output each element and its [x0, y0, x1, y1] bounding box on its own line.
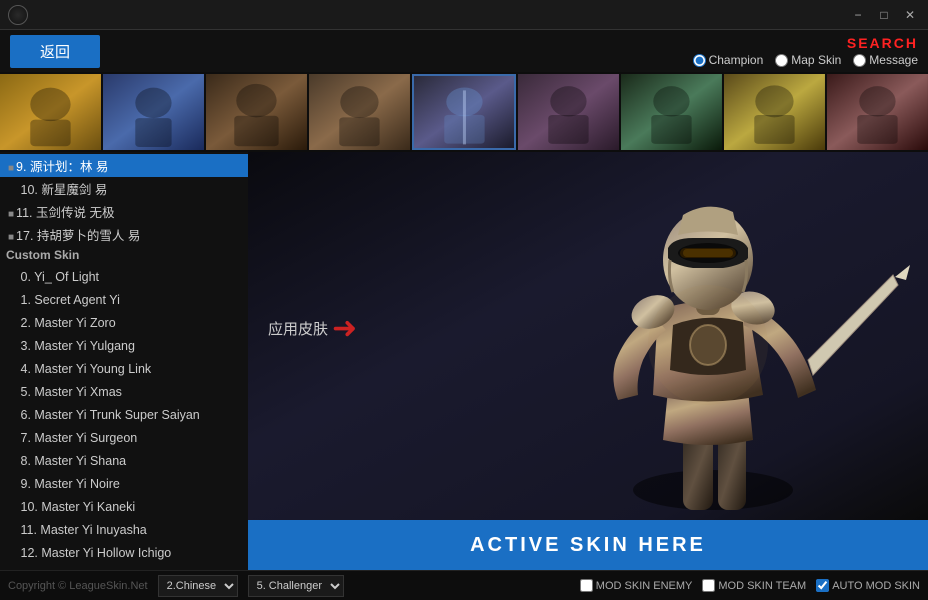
skin-list-scroll[interactable]: ■9. 源计划：林 易 10. 新星魔剑 易 ■11. 玉剑传说 无极 ■17.… [0, 152, 248, 570]
close-button[interactable]: ✕ [900, 8, 920, 22]
skin-item-custom-13[interactable]: 13. Master Yi Green Blade [0, 563, 248, 570]
apply-skin-text: 应用皮肤 [268, 318, 328, 339]
mod-team-label: MOD SKIN TEAM [718, 580, 806, 592]
skin-quality-select[interactable]: 1. Default 2. Classic 3. Project 4. IG 5… [248, 575, 344, 597]
custom-skin-header: Custom Skin [0, 246, 248, 264]
search-message-radio[interactable] [853, 54, 866, 67]
mod-team-checkbox[interactable] [702, 579, 715, 592]
champion-thumb-6[interactable] [518, 74, 619, 150]
maximize-button[interactable]: □ [874, 8, 894, 22]
mod-enemy-checkbox[interactable] [580, 579, 593, 592]
copyright-text: Copyright © LeagueSkin.Net [8, 580, 148, 592]
title-bar: − □ ✕ [0, 0, 928, 30]
search-champion-label: Champion [709, 53, 764, 67]
champion-thumb-1[interactable] [0, 74, 101, 150]
search-message-option[interactable]: Message [853, 53, 918, 67]
auto-mod-checkbox[interactable] [816, 579, 829, 592]
active-skin-text: ACTIVE SKIN HERE [470, 534, 706, 557]
auto-mod-label: AUTO MOD SKIN [832, 580, 920, 592]
skin-item-custom-12[interactable]: 12. Master Yi Hollow Ichigo [0, 540, 248, 563]
search-mapskin-label: Map Skin [791, 53, 841, 67]
skin-item-custom-1[interactable]: 1. Secret Agent Yi [0, 287, 248, 310]
apply-arrow-icon: ➜ [332, 314, 357, 344]
search-mapskin-option[interactable]: Map Skin [775, 53, 841, 67]
champion-thumb-8[interactable] [724, 74, 825, 150]
search-title: SEARCH [847, 35, 918, 51]
main-content: ■9. 源计划：林 易 10. 新星魔剑 易 ■11. 玉剑传说 无极 ■17.… [0, 152, 928, 570]
skin-item-official-9[interactable]: ■9. 源计划：林 易 [0, 154, 248, 177]
search-area: SEARCH Champion Map Skin Message [693, 35, 918, 67]
active-skin-button[interactable]: ACTIVE SKIN HERE [248, 520, 928, 570]
search-message-label: Message [869, 53, 918, 67]
footer: Copyright © LeagueSkin.Net 1.English 2.C… [0, 570, 928, 600]
skin-item-custom-9[interactable]: 9. Master Yi Noire [0, 471, 248, 494]
skin-item-official-11[interactable]: ■11. 玉剑传说 无极 [0, 200, 248, 223]
skin-item-custom-4[interactable]: 4. Master Yi Young Link [0, 356, 248, 379]
skin-item-custom-7[interactable]: 7. Master Yi Surgeon [0, 425, 248, 448]
champion-thumb-9[interactable] [827, 74, 928, 150]
champion-thumb-5[interactable] [412, 74, 517, 150]
skin-item-custom-0[interactable]: 0. Yi_ Of Light [0, 264, 248, 287]
champion-thumb-3[interactable] [206, 74, 307, 150]
skin-item-custom-6[interactable]: 6. Master Yi Trunk Super Saiyan [0, 402, 248, 425]
apply-skin-area: 应用皮肤 ➜ [268, 314, 357, 344]
mod-enemy-label: MOD SKIN ENEMY [596, 580, 693, 592]
search-mapskin-radio[interactable] [775, 54, 788, 67]
champion-thumb-2[interactable] [103, 74, 204, 150]
mod-team-checkbox-label[interactable]: MOD SKIN TEAM [702, 579, 806, 592]
champion-thumb-7[interactable] [621, 74, 722, 150]
skin-item-custom-10[interactable]: 10. Master Yi Kaneki [0, 494, 248, 517]
skin-item-custom-5[interactable]: 5. Master Yi Xmas [0, 379, 248, 402]
right-panel: 应用皮肤 ➜ ACTIVE SKIN HERE [248, 152, 928, 570]
minimize-button[interactable]: − [848, 8, 868, 22]
back-button[interactable]: 返回 [10, 35, 100, 68]
skin-item-custom-2[interactable]: 2. Master Yi Zoro [0, 310, 248, 333]
skin-item-custom-11[interactable]: 11. Master Yi Inuyasha [0, 517, 248, 540]
champion-thumb-4[interactable] [309, 74, 410, 150]
app-icon [8, 5, 28, 25]
search-champion-option[interactable]: Champion [693, 53, 764, 67]
mod-enemy-checkbox-label[interactable]: MOD SKIN ENEMY [580, 579, 693, 592]
auto-mod-checkbox-label[interactable]: AUTO MOD SKIN [816, 579, 920, 592]
skin-item-custom-3[interactable]: 3. Master Yi Yulgang [0, 333, 248, 356]
search-champion-radio[interactable] [693, 54, 706, 67]
champions-row [0, 72, 928, 152]
skin-list-panel: ■9. 源计划：林 易 10. 新星魔剑 易 ■11. 玉剑传说 无极 ■17.… [0, 152, 248, 570]
champion-artwork-svg [498, 152, 918, 520]
skin-item-official-17[interactable]: ■17. 持胡萝卜的雪人 易 [0, 223, 248, 246]
skin-item-custom-8[interactable]: 8. Master Yi Shana [0, 448, 248, 471]
language-select[interactable]: 1.English 2.Chinese 3.Korean 4.French 5.… [158, 575, 238, 597]
window-controls: − □ ✕ [848, 8, 920, 22]
champion-artwork: 应用皮肤 ➜ [248, 152, 928, 520]
header-row: 返回 SEARCH Champion Map Skin Message [0, 30, 928, 72]
skin-item-official-10[interactable]: 10. 新星魔剑 易 [0, 177, 248, 200]
search-options: Champion Map Skin Message [693, 53, 918, 67]
